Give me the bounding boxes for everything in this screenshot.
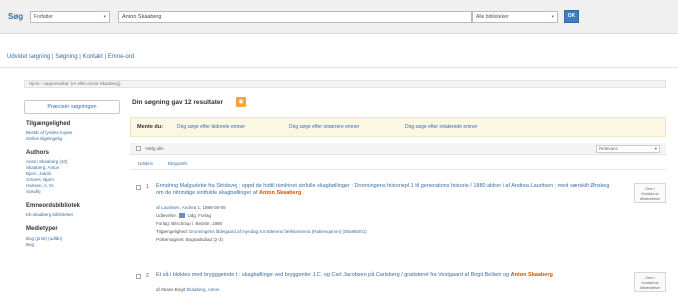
result-title-highlight: Anton Skaaberg xyxy=(510,272,553,278)
author-link[interactable]: af Lauritsen, Andrea xyxy=(156,205,196,210)
did-you-mean-box: Mente du: Dog søge efter bidrente emner … xyxy=(130,117,666,137)
result-title[interactable]: Et så i blektes med brygggeinde t : skag… xyxy=(156,272,612,279)
result-author: af Lauritsen, Andrea 1, 1988-08-05 xyxy=(156,205,226,210)
meta-label: Tilgængelighed: xyxy=(156,229,188,234)
results-actions: Udskriv Eksportér xyxy=(130,158,666,170)
facet-link[interactable]: Hansen, A. Kr. xyxy=(26,183,55,188)
select-all-checkbox[interactable] xyxy=(136,146,141,151)
facet-link[interactable]: Bog xyxy=(26,242,34,247)
result-title[interactable]: Erindring Malgudebe fra Stridsvej : oppd… xyxy=(156,183,612,197)
facet-heading: Authors xyxy=(26,150,49,156)
result-checkbox[interactable] xyxy=(136,274,141,279)
meta-label: af Skans Birgit xyxy=(156,287,186,292)
facet-link[interactable]: Bog (print) (udlån) xyxy=(26,236,62,241)
result-title-text: Erindring Malgudebe fra Stridsvej : oppd… xyxy=(156,183,610,196)
facet-link[interactable]: Sokolkj xyxy=(26,189,41,194)
relations-link[interactable]: Afhændelser xyxy=(635,197,665,202)
facet-link[interactable]: Grünes, Bjørn xyxy=(26,177,54,182)
relations-link[interactable]: Afhændelser xyxy=(635,286,665,291)
result-author: af Skans Birgit Skaaberg, Anton xyxy=(156,287,220,292)
search-field-value: Forfatter xyxy=(34,14,53,20)
nav-links[interactable]: Udvidet søgning | Søgning | Kontakt | Em… xyxy=(7,54,134,60)
facet-heading: Medietyper xyxy=(26,226,58,232)
result-title-highlight: Anton Skaaberg xyxy=(259,190,302,196)
facet-link[interactable]: Online tilgængelig xyxy=(26,136,62,141)
print-button[interactable]: Udskriv xyxy=(138,161,153,166)
meta-value: Udg. Forlag xyxy=(187,213,212,218)
facet-link[interactable]: Anton Skaaberg (10) xyxy=(26,159,68,164)
facet-heading: Emneordsbibliotek xyxy=(26,203,81,209)
breadcrumb: Hjem › søgeresultat: (er eller emne Skaa… xyxy=(24,80,666,88)
search-input[interactable]: Anton Skaaberg xyxy=(118,11,472,23)
search-bar: Søg Forfatter ▾ Anton Skaaberg Alle bibl… xyxy=(0,0,678,34)
result-number: 1 xyxy=(146,184,149,190)
search-label: Søg xyxy=(8,12,24,21)
search-scope-select[interactable]: Alle biblioteker ▾ xyxy=(472,11,558,23)
meta-label: Polkemaginet: xyxy=(156,237,185,242)
refine-search-button[interactable]: Præcisér søgningen xyxy=(24,100,120,114)
sort-select[interactable]: Relevans ▾ xyxy=(596,145,660,153)
results-toolbar: Vælg alle Relevans ▾ xyxy=(130,143,666,155)
meta-label: Forlag: xyxy=(156,221,171,226)
availability-link[interactable]: Dronningens lådegaard af myndag 8.8 Bile… xyxy=(189,229,367,234)
result-format: Udlevelse: Udg. Forlag xyxy=(156,213,212,219)
result-title-text: Et så i blektes med brygggeinde t : skag… xyxy=(156,272,510,278)
chevron-down-icon: ▾ xyxy=(103,14,106,20)
meta-label: Udlevelse: xyxy=(156,213,178,218)
search-scope-value: Alle biblioteker xyxy=(476,14,509,20)
facet-link[interactable]: Kb.skaaberg biblioteket xyxy=(26,212,73,217)
chevron-down-icon: ▾ xyxy=(551,14,554,20)
did-you-mean-link[interactable]: Dog søge efter bidrente emner xyxy=(177,124,245,130)
meta-value: Bogsødsdiad (2-3) xyxy=(185,237,223,242)
search-query-text: Anton Skaaberg xyxy=(122,14,162,20)
facet-link[interactable]: Består af fysiske kopier xyxy=(26,130,73,135)
facet-link[interactable]: Skaaberg, Anton xyxy=(26,165,59,170)
facet-link[interactable]: Bjorn, Jakob xyxy=(26,171,51,176)
result-checkbox[interactable] xyxy=(136,185,141,190)
book-icon xyxy=(179,213,186,219)
result-placement: Polkemaginet: Bogsødsdiad (2-3) xyxy=(156,237,223,242)
export-button[interactable]: Eksportér xyxy=(168,161,187,166)
chevron-down-icon: ▾ xyxy=(654,146,657,151)
nav-links-bar: Udvidet søgning | Søgning | Kontakt | Em… xyxy=(0,50,678,68)
facet-heading: Tilgængelighed xyxy=(26,121,71,127)
author-link[interactable]: Skaaberg, Anton xyxy=(186,287,219,292)
result-actions-box[interactable]: Gem i Kontakt os Afhændelser xyxy=(634,272,666,292)
result-number: 2 xyxy=(146,273,149,279)
search-field-select[interactable]: Forfatter ▾ xyxy=(30,11,110,23)
result-publisher: Forlag: Bilschoop i. Bedste, 1988 xyxy=(156,221,222,226)
result-item: 2 Et så i blektes med brygggeinde t : sk… xyxy=(130,272,666,306)
result-availability: Tilgængelighed: Dronningens lådegaard af… xyxy=(156,229,367,234)
rss-icon[interactable]: ◉ xyxy=(236,97,246,107)
select-all-label: Vælg alle xyxy=(145,146,164,151)
sort-value: Relevans xyxy=(599,146,618,151)
did-you-mean-link[interactable]: Dog søge efter relaterede emner xyxy=(405,124,478,130)
did-you-mean-link[interactable]: Dog søge efter smørrere emner xyxy=(289,124,359,130)
meta-value: 1, 1988-08-05 xyxy=(197,205,226,210)
result-item: 1 Erindring Malgudebe fra Stridsvej : op… xyxy=(130,183,666,243)
search-go-button[interactable]: OK xyxy=(564,10,579,23)
did-you-mean-label: Mente du: xyxy=(137,124,163,130)
result-actions-box[interactable]: Gem i Kontakt os Afhændelser xyxy=(634,183,666,203)
meta-value: Bilschoop i. Bedste, 1988 xyxy=(171,221,223,226)
results-count-title: Din søgning gav 12 resultater xyxy=(132,99,224,106)
